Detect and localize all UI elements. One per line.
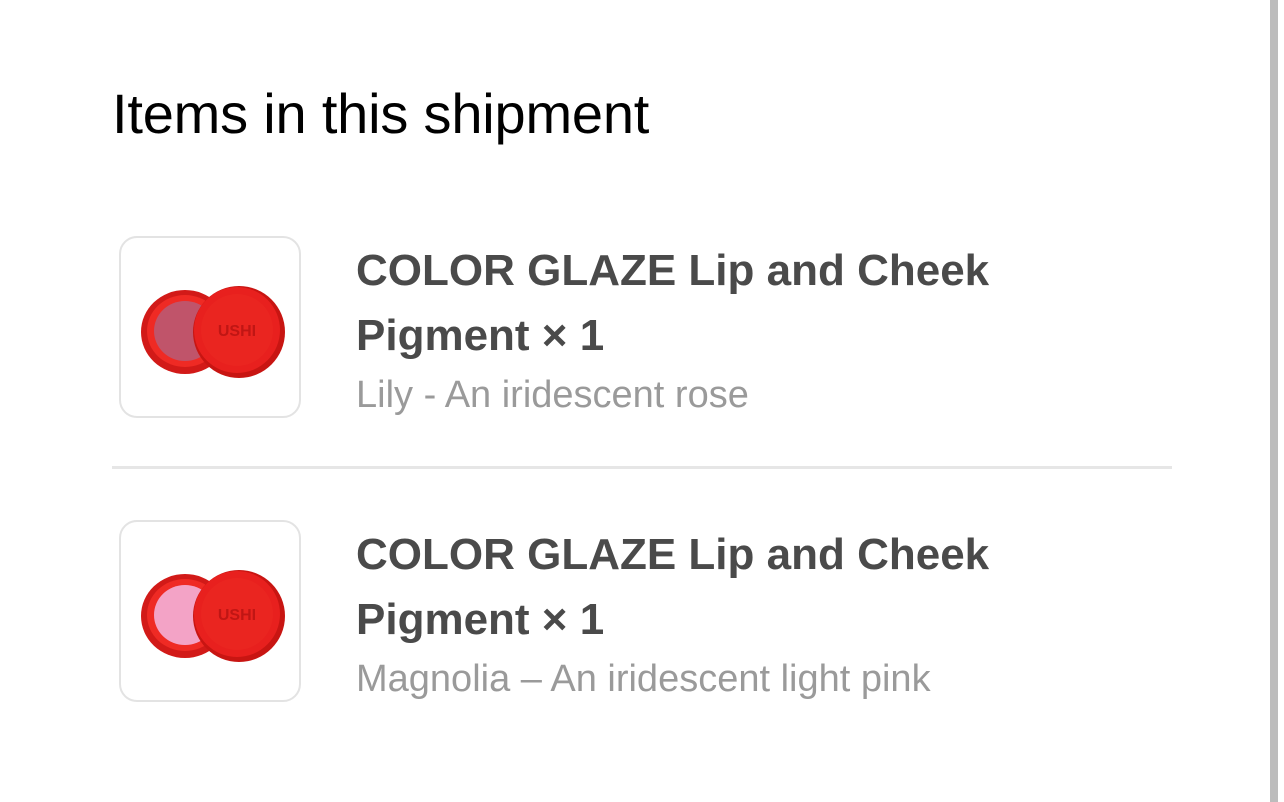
- shipment-items-page: Items in this shipment USHI COLOR GLAZE …: [0, 0, 1284, 802]
- product-thumbnail[interactable]: USHI: [119, 520, 301, 702]
- svg-text:USHI: USHI: [218, 323, 256, 340]
- item-details: COLOR GLAZE Lip and Cheek Pigment × 1 Ma…: [356, 522, 1156, 706]
- item-divider: [112, 466, 1172, 469]
- shipment-item[interactable]: USHI COLOR GLAZE Lip and Cheek Pigment ×…: [112, 234, 1172, 424]
- item-title-line-2: Pigment × 1: [356, 311, 605, 360]
- shipment-item[interactable]: USHI COLOR GLAZE Lip and Cheek Pigment ×…: [112, 518, 1172, 708]
- section-title: Items in this shipment: [112, 82, 650, 145]
- vertical-scrollbar[interactable]: [1270, 0, 1278, 802]
- item-variant: Lily - An iridescent rose: [356, 374, 749, 416]
- item-title-line-1: COLOR GLAZE Lip and Cheek: [356, 530, 990, 579]
- item-variant: Magnolia – An iridescent light pink: [356, 658, 931, 700]
- item-title-line-2: Pigment × 1: [356, 595, 605, 644]
- item-title-line-1: COLOR GLAZE Lip and Cheek: [356, 246, 990, 295]
- item-details: COLOR GLAZE Lip and Cheek Pigment × 1 Li…: [356, 238, 1156, 422]
- item-title: COLOR GLAZE Lip and Cheek Pigment × 1: [356, 522, 1156, 652]
- lip-cheek-pigment-compact-icon: USHI: [141, 286, 285, 378]
- svg-text:USHI: USHI: [218, 607, 256, 624]
- item-title: COLOR GLAZE Lip and Cheek Pigment × 1: [356, 238, 1156, 368]
- product-thumbnail[interactable]: USHI: [119, 236, 301, 418]
- lip-cheek-pigment-compact-icon: USHI: [141, 570, 285, 662]
